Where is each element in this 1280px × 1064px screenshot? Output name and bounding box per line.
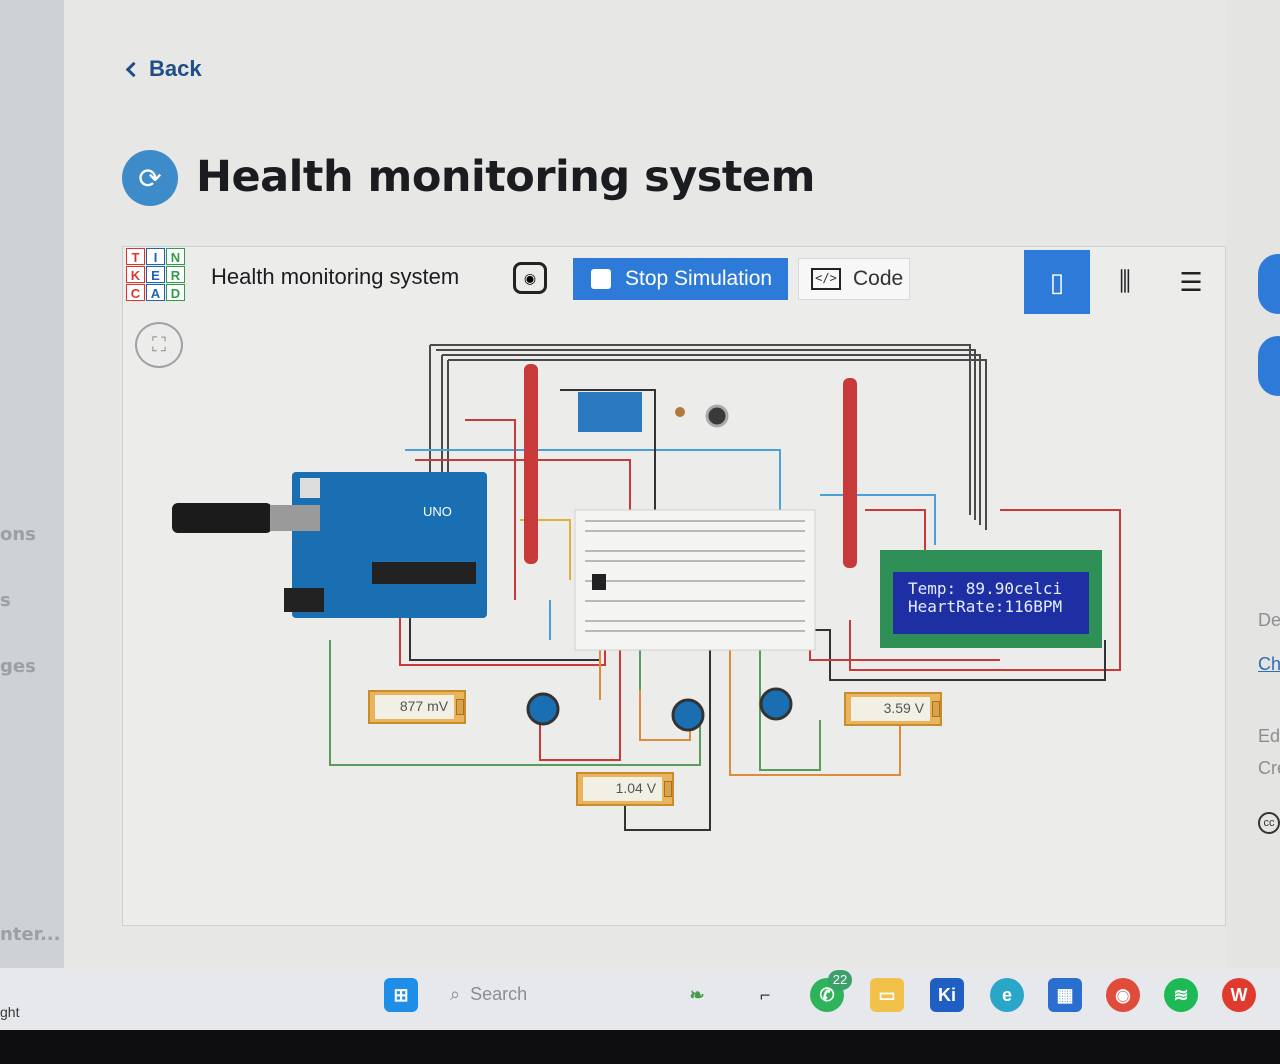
embed-project-title: Health monitoring system	[211, 264, 460, 289]
logo-letter: E	[146, 266, 165, 283]
code-icon: </>	[811, 268, 841, 290]
comment-icon: ◉	[523, 269, 537, 286]
multimeter[interactable]: 877 mV	[368, 690, 466, 724]
multimeter-probe-icon	[664, 781, 672, 797]
wps-office-icon[interactable]: W	[1222, 978, 1256, 1012]
left-panel-text: ges	[0, 656, 36, 677]
remix-icon: ⟳	[122, 150, 178, 206]
ki-app-icon[interactable]: Ki	[930, 978, 964, 1012]
multimeter-probe-icon	[456, 699, 464, 715]
multimeter-reading: 1.04 V	[583, 777, 663, 801]
comment-button[interactable]: ◉	[513, 262, 547, 294]
chat-bubble[interactable]	[1258, 254, 1280, 314]
spotify-icon[interactable]: ≋	[1164, 978, 1198, 1012]
edge-icon[interactable]: e	[990, 978, 1024, 1012]
code-button[interactable]: </> Code	[798, 258, 910, 300]
screen-bezel	[0, 1030, 1280, 1064]
multimeter-probe-icon	[932, 701, 940, 717]
logo-letter: K	[126, 266, 145, 283]
taskbar-light-text: ght	[0, 1004, 20, 1020]
stop-simulation-button[interactable]: Stop Simulation	[573, 258, 788, 300]
view-schematic-button[interactable]: ⫼	[1092, 250, 1158, 314]
logo-letter: A	[146, 284, 165, 301]
search-icon: ⌕	[450, 984, 461, 1004]
taskbar	[0, 968, 1280, 1030]
chrome-icon[interactable]: ◉	[1106, 978, 1140, 1012]
component-list-icon: ☰	[1179, 266, 1203, 297]
back-label: Back	[149, 56, 202, 81]
tinkercad-logo[interactable]: TIN KER CAD	[126, 248, 185, 301]
right-sidebar-edge: De Ch Ed Cre cc	[1226, 0, 1280, 968]
chat-bubble[interactable]	[1258, 336, 1280, 396]
arduino-model-label: UNO	[423, 504, 452, 519]
left-panel: ons s ges nter...	[0, 0, 74, 968]
right-link[interactable]: Ch	[1258, 654, 1280, 675]
view-components-button[interactable]: ☰	[1158, 250, 1224, 314]
logo-letter: N	[166, 248, 185, 265]
logo-letter: C	[126, 284, 145, 301]
right-text: Cre	[1258, 758, 1280, 778]
stop-icon	[591, 269, 611, 289]
plant-icon[interactable]: ❧	[680, 978, 714, 1012]
task-view-icon[interactable]: ⌐	[748, 978, 782, 1012]
store-icon[interactable]: ▦	[1048, 978, 1082, 1012]
view-circuit-button[interactable]: ▯	[1024, 250, 1090, 314]
code-label: Code	[853, 267, 904, 290]
multimeter-reading: 3.59 V	[851, 697, 931, 721]
logo-letter: D	[166, 284, 185, 301]
multimeter[interactable]: 1.04 V	[576, 772, 674, 806]
left-panel-text: s	[0, 590, 11, 611]
logo-letter: R	[166, 266, 185, 283]
lcd-display: Temp: 89.90celci HeartRate:116BPM	[908, 580, 1062, 616]
circuit-view-icon: ▯	[1049, 266, 1065, 297]
chevron-left-icon	[125, 61, 142, 77]
left-panel-text: ons	[0, 524, 36, 545]
search-placeholder: Search	[470, 984, 528, 1004]
page-title: Health monitoring system	[196, 152, 815, 202]
lcd-line-1: Temp: 89.90celci	[908, 579, 1063, 598]
taskbar-search[interactable]: ⌕ Search	[450, 984, 527, 1005]
lcd-line-2: HeartRate:116BPM	[908, 597, 1063, 616]
left-panel-text: nter...	[0, 924, 61, 945]
creative-commons-icon: cc	[1258, 812, 1280, 834]
multimeter-reading: 877 mV	[375, 695, 455, 719]
multimeter[interactable]: 3.59 V	[844, 692, 942, 726]
logo-letter: T	[126, 248, 145, 265]
schematic-view-icon: ⫼	[1119, 266, 1131, 296]
back-link[interactable]: Back	[125, 56, 202, 82]
stop-simulation-label: Stop Simulation	[625, 267, 773, 290]
right-text: De	[1258, 610, 1280, 630]
right-text: Ed	[1258, 726, 1280, 746]
start-button[interactable]: ⊞	[384, 978, 418, 1012]
logo-letter: I	[146, 248, 165, 265]
file-explorer-icon[interactable]: ▭	[870, 978, 904, 1012]
whatsapp-badge: 22	[828, 970, 852, 990]
